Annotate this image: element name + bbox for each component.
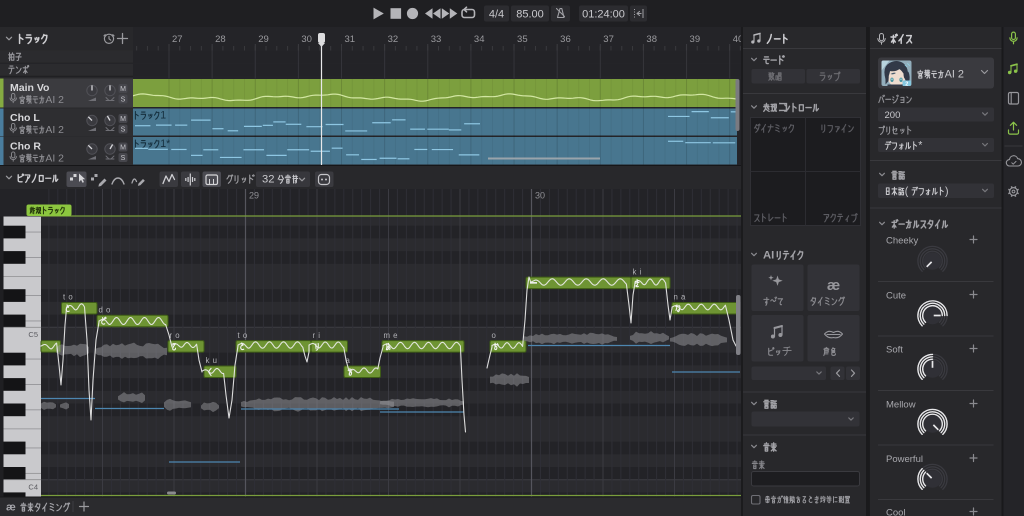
svg-text:S: S (121, 127, 126, 134)
svg-text:*: * (918, 140, 922, 152)
svg-text:33: 33 (431, 34, 442, 45)
svg-text:Powerful: Powerful (886, 454, 923, 465)
svg-text:AI 2: AI 2 (45, 125, 64, 136)
svg-text:æ: æ (827, 277, 840, 294)
svg-text:): ) (945, 185, 949, 197)
svg-text:r o: r o (170, 331, 181, 340)
svg-text:38: 38 (646, 34, 657, 45)
svg-text:d o: d o (99, 305, 112, 314)
svg-text:(: ( (905, 185, 909, 197)
svg-text:n a: n a (674, 293, 687, 302)
svg-text:Main Vo: Main Vo (10, 82, 49, 94)
svg-text:32: 32 (262, 174, 274, 186)
svg-text:Cute: Cute (886, 291, 906, 302)
svg-text:C4: C4 (28, 483, 38, 492)
svg-text:æ: æ (6, 502, 16, 514)
svg-text:Mellow: Mellow (886, 400, 916, 411)
svg-text:M: M (120, 145, 126, 152)
svg-text:S: S (121, 97, 126, 104)
svg-text:チ: チ (782, 345, 793, 358)
svg-text:30: 30 (301, 34, 312, 45)
svg-text:200: 200 (885, 110, 901, 121)
svg-text:C5: C5 (28, 330, 38, 339)
svg-text:m e: m e (384, 331, 399, 340)
svg-text:29: 29 (258, 34, 269, 45)
svg-text:t o: t o (238, 331, 248, 340)
svg-text:29: 29 (249, 191, 259, 201)
svg-text:o: o (492, 331, 497, 340)
svg-text:コ: コ (777, 102, 788, 114)
svg-text:Cheeky: Cheeky (886, 236, 918, 247)
svg-text:1: 1 (160, 110, 166, 122)
svg-text:30: 30 (535, 191, 545, 201)
svg-text:35: 35 (517, 34, 528, 45)
svg-text:01:24:00: 01:24:00 (582, 9, 625, 21)
svg-text:r i: r i (313, 331, 321, 340)
svg-text:M: M (120, 116, 126, 123)
svg-text:31: 31 (345, 34, 356, 45)
svg-text:1*: 1* (160, 138, 170, 150)
svg-text:Soft: Soft (886, 345, 903, 356)
svg-text:AI 2: AI 2 (45, 95, 64, 106)
svg-text:S: S (121, 155, 126, 162)
svg-text:4/4: 4/4 (489, 9, 504, 21)
svg-text:k u: k u (206, 356, 218, 365)
svg-text:39: 39 (690, 34, 701, 45)
svg-text:85.00: 85.00 (516, 9, 544, 21)
svg-text:28: 28 (215, 34, 226, 45)
svg-text:k i: k i (633, 267, 642, 276)
svg-text:Cho R: Cho R (10, 141, 41, 153)
svg-text:AI: AI (763, 250, 774, 262)
svg-text:37: 37 (603, 34, 614, 45)
svg-text:Cool: Cool (886, 508, 906, 516)
svg-text:27: 27 (172, 34, 183, 45)
svg-text:AI 2: AI 2 (45, 153, 64, 164)
svg-text:Cho L: Cho L (10, 112, 40, 124)
svg-text:AI 2: AI 2 (945, 69, 964, 81)
svg-text:32: 32 (388, 34, 399, 45)
svg-text:34: 34 (474, 34, 485, 45)
svg-text:t o: t o (63, 293, 73, 302)
svg-text:M: M (120, 86, 126, 93)
svg-text:36: 36 (560, 34, 571, 45)
